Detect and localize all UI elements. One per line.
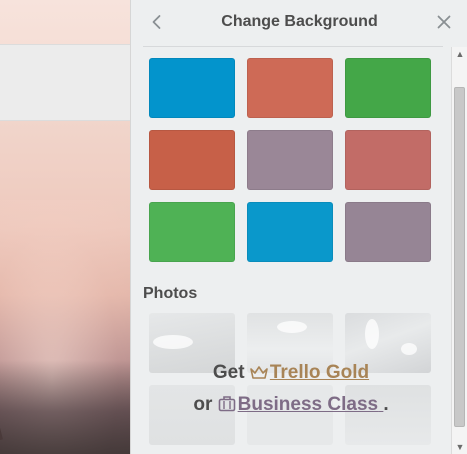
board-list-band	[0, 44, 130, 121]
change-background-panel: Change Background Photos Get Trello Gold…	[130, 0, 467, 454]
panel-scrollbar[interactable]: ▲ ▼	[451, 47, 467, 454]
trello-gold-link[interactable]: Trello Gold	[250, 362, 369, 383]
business-class-label: Business Class	[237, 394, 379, 415]
panel-content: Photos Get Trello Gold or Business Class…	[131, 47, 451, 454]
panel-title: Change Background	[221, 13, 378, 30]
color-swatch[interactable]	[149, 58, 235, 118]
upgrade-line-gold: Get Trello Gold	[131, 357, 451, 389]
trello-gold-label: Trello Gold	[269, 362, 370, 383]
color-swatch[interactable]	[247, 202, 333, 262]
close-icon	[437, 15, 451, 29]
upgrade-line-business: or Business Class .	[131, 389, 451, 421]
upgrade-connector: or	[193, 394, 213, 415]
color-swatch[interactable]	[345, 202, 431, 262]
panel-header: Change Background	[131, 0, 467, 46]
color-swatch[interactable]	[247, 130, 333, 190]
scroll-down-arrow-icon[interactable]: ▼	[452, 440, 467, 454]
color-swatch[interactable]	[345, 58, 431, 118]
close-button[interactable]	[432, 10, 456, 34]
color-swatch[interactable]	[247, 58, 333, 118]
scroll-thumb[interactable]	[454, 87, 465, 427]
upgrade-prompt: Get Trello Gold or Business Class .	[131, 357, 451, 421]
upgrade-suffix: .	[383, 394, 389, 415]
upgrade-prefix: Get	[212, 362, 245, 383]
briefcase-icon	[218, 396, 235, 412]
scroll-up-arrow-icon[interactable]: ▲	[452, 47, 467, 61]
business-class-link[interactable]: Business Class	[218, 394, 384, 415]
color-swatch-grid	[149, 58, 439, 262]
color-swatch[interactable]	[149, 202, 235, 262]
board-background-photo	[0, 0, 130, 454]
board-header-strip	[0, 0, 130, 44]
photos-heading: Photos	[143, 285, 198, 302]
color-swatch[interactable]	[149, 130, 235, 190]
background-foliage	[0, 360, 130, 454]
crown-icon	[250, 366, 268, 379]
color-swatch[interactable]	[345, 130, 431, 190]
